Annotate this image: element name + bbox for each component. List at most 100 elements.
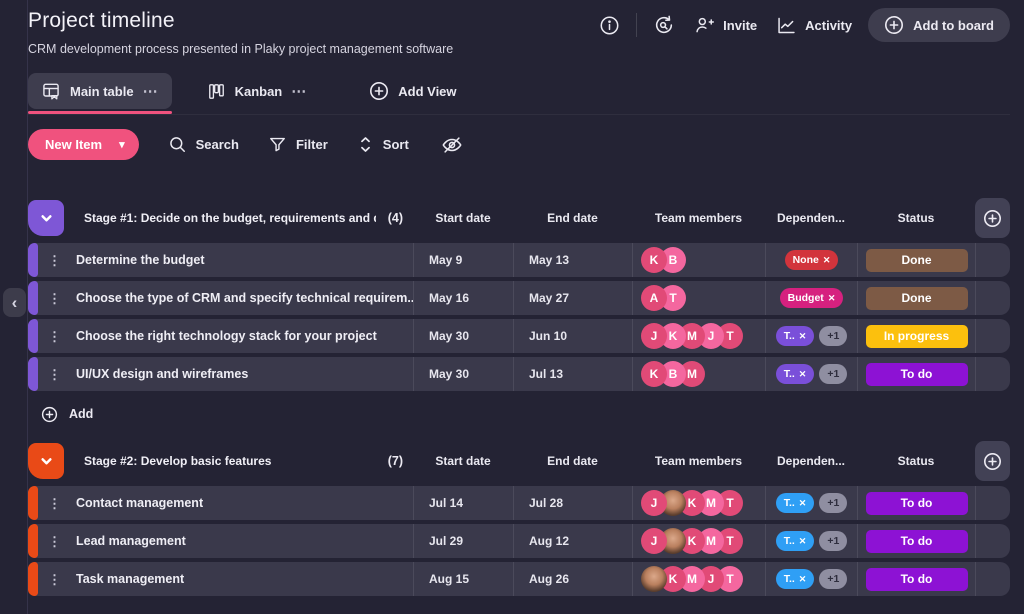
row-menu-kebab-icon[interactable]: ⋮	[48, 255, 61, 266]
dependency-pill[interactable]: None✕	[785, 250, 839, 270]
avatar-photo[interactable]	[641, 566, 667, 592]
item-name[interactable]: Determine the budget	[76, 253, 205, 267]
dependency-overflow-pill[interactable]: +1	[819, 531, 847, 551]
row-menu-kebab-icon[interactable]: ⋮	[48, 293, 61, 304]
dependency-pill[interactable]: T..✕	[776, 364, 815, 384]
status-badge[interactable]: Done	[866, 249, 968, 272]
avatar[interactable]: K	[641, 247, 667, 273]
remove-x-icon[interactable]: ✕	[799, 574, 807, 585]
remove-x-icon[interactable]: ✕	[828, 293, 836, 304]
filter-button[interactable]: Filter	[268, 135, 328, 154]
search-button[interactable]: Search	[168, 135, 239, 154]
item-name[interactable]: Task management	[76, 572, 184, 586]
row-menu-kebab-icon[interactable]: ⋮	[48, 369, 61, 380]
dependencies-cell[interactable]: Budget✕	[765, 281, 857, 315]
dependencies-cell[interactable]: T..✕+1	[765, 486, 857, 520]
end-date-cell[interactable]: Aug 26	[513, 562, 632, 596]
team-members-cell[interactable]: JKMT	[632, 486, 765, 520]
status-badge[interactable]: To do	[866, 492, 968, 515]
status-cell: To do	[857, 357, 975, 391]
avatar[interactable]: J	[641, 490, 667, 516]
dependency-pill[interactable]: T..✕	[776, 569, 815, 589]
avatar[interactable]: J	[641, 323, 667, 349]
status-badge[interactable]: Done	[866, 287, 968, 310]
add-item-button[interactable]: Add	[41, 401, 1010, 427]
chevron-down-icon[interactable]: ▾	[119, 138, 125, 151]
tab-menu-icon[interactable]: ⋯	[143, 84, 159, 99]
tab-menu-icon[interactable]: ⋯	[291, 84, 307, 99]
row-menu-kebab-icon[interactable]: ⋮	[48, 331, 61, 342]
team-members-cell[interactable]: JKMT	[632, 524, 765, 558]
dependency-pill[interactable]: T..✕	[776, 531, 815, 551]
status-badge[interactable]: To do	[866, 568, 968, 591]
board-sync-button[interactable]	[650, 11, 678, 39]
team-members-cell[interactable]: KBM	[632, 357, 765, 391]
dependency-pill[interactable]: Budget✕	[780, 288, 844, 308]
start-date-cell[interactable]: Aug 15	[413, 562, 513, 596]
item-name[interactable]: UI/UX design and wireframes	[76, 367, 248, 381]
end-date-cell[interactable]: Jun 10	[513, 319, 632, 353]
remove-x-icon[interactable]: ✕	[799, 369, 807, 380]
group-title[interactable]: Stage #1: Decide on the budget, requirem…	[84, 211, 376, 225]
item-name[interactable]: Choose the type of CRM and specify techn…	[76, 291, 413, 305]
team-members-cell[interactable]: AT	[632, 281, 765, 315]
collapse-group-button[interactable]	[28, 200, 64, 236]
start-date-cell[interactable]: May 16	[413, 281, 513, 315]
avatar[interactable]: A	[641, 285, 667, 311]
team-members-cell[interactable]: JKMJT	[632, 319, 765, 353]
dependency-overflow-pill[interactable]: +1	[819, 569, 847, 589]
board-info-button[interactable]	[595, 11, 623, 39]
avatar[interactable]: J	[641, 528, 667, 554]
add-column-button[interactable]	[975, 441, 1010, 481]
avatar[interactable]: K	[641, 361, 667, 387]
dependencies-cell[interactable]: T..✕+1	[765, 357, 857, 391]
end-date-cell[interactable]: Aug 12	[513, 524, 632, 558]
remove-x-icon[interactable]: ✕	[823, 255, 831, 266]
dependencies-cell[interactable]: T..✕+1	[765, 562, 857, 596]
end-date-cell[interactable]: Jul 13	[513, 357, 632, 391]
status-badge[interactable]: To do	[866, 530, 968, 553]
add-column-button[interactable]	[975, 198, 1010, 238]
add-view-button[interactable]: Add View	[356, 73, 469, 109]
remove-x-icon[interactable]: ✕	[799, 498, 807, 509]
start-date-cell[interactable]: Jul 14	[413, 486, 513, 520]
tab-kanban[interactable]: Kanban ⋯	[194, 73, 321, 109]
start-date-cell[interactable]: May 9	[413, 243, 513, 277]
sidebar-collapse-button[interactable]: ‹	[3, 288, 26, 317]
team-members-cell[interactable]: KB	[632, 243, 765, 277]
team-members-cell[interactable]: KMJT	[632, 562, 765, 596]
end-date-cell[interactable]: Jul 28	[513, 486, 632, 520]
collapse-group-button[interactable]	[28, 443, 64, 479]
activity-button[interactable]: Activity	[773, 15, 855, 36]
dependency-overflow-pill[interactable]: +1	[819, 364, 847, 384]
item-name[interactable]: Lead management	[76, 534, 186, 548]
row-menu-kebab-icon[interactable]: ⋮	[48, 574, 61, 585]
status-badge[interactable]: To do	[866, 363, 968, 386]
dependency-pill[interactable]: T..✕	[776, 326, 815, 346]
dependencies-cell[interactable]: T..✕+1	[765, 319, 857, 353]
status-badge[interactable]: In progress	[866, 325, 968, 348]
item-name[interactable]: Contact management	[76, 496, 203, 510]
group-title[interactable]: Stage #2: Develop basic features	[84, 454, 271, 468]
start-date-cell[interactable]: May 30	[413, 319, 513, 353]
row-menu-kebab-icon[interactable]: ⋮	[48, 536, 61, 547]
start-date-cell[interactable]: Jul 29	[413, 524, 513, 558]
remove-x-icon[interactable]: ✕	[799, 536, 807, 547]
hide-columns-button[interactable]	[438, 131, 466, 159]
end-date-cell[interactable]: May 27	[513, 281, 632, 315]
invite-button[interactable]: Invite	[691, 15, 760, 36]
new-item-button[interactable]: New Item ▾	[28, 129, 139, 160]
remove-x-icon[interactable]: ✕	[799, 331, 807, 342]
end-date-cell[interactable]: May 13	[513, 243, 632, 277]
add-to-board-button[interactable]: Add to board	[868, 8, 1010, 42]
start-date-cell[interactable]: May 30	[413, 357, 513, 391]
dependency-pill[interactable]: T..✕	[776, 493, 815, 513]
dependencies-cell[interactable]: T..✕+1	[765, 524, 857, 558]
item-name[interactable]: Choose the right technology stack for yo…	[76, 329, 377, 343]
tab-main-table[interactable]: Main table ⋯	[28, 73, 172, 109]
dependency-overflow-pill[interactable]: +1	[819, 493, 847, 513]
row-menu-kebab-icon[interactable]: ⋮	[48, 498, 61, 509]
dependencies-cell[interactable]: None✕	[765, 243, 857, 277]
sort-button[interactable]: Sort	[357, 135, 409, 154]
dependency-overflow-pill[interactable]: +1	[819, 326, 847, 346]
